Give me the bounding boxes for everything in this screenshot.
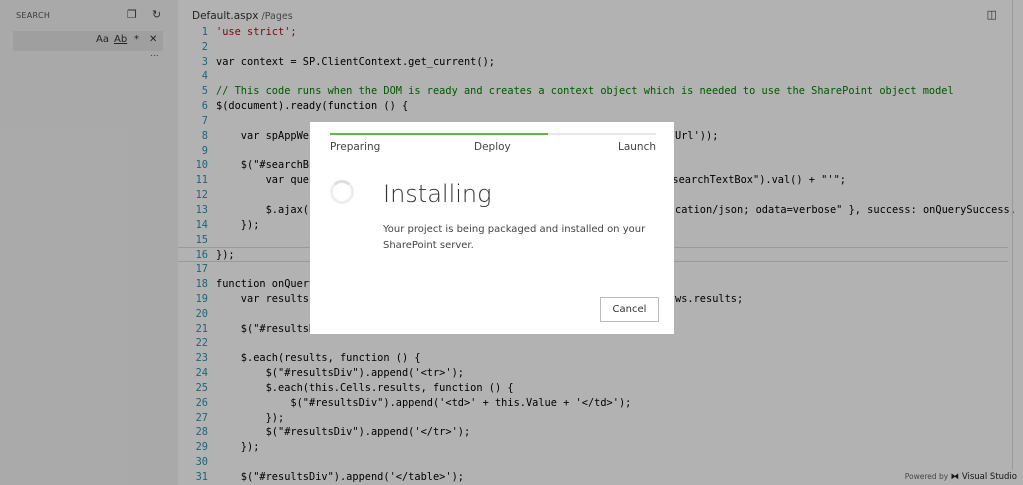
- step-launch: Launch: [617, 141, 656, 153]
- step-deploy: Deploy: [474, 141, 511, 153]
- spinner-icon: [330, 180, 354, 204]
- progress-bar: [330, 133, 656, 135]
- progress-fill: [330, 133, 549, 135]
- cancel-button[interactable]: Cancel: [600, 297, 659, 322]
- step-preparing: Preparing: [330, 141, 381, 153]
- install-dialog: Preparing Deploy Launch Installing Your …: [310, 122, 674, 334]
- dialog-message: Your project is being packaged and insta…: [383, 224, 646, 251]
- dialog-title: Installing: [383, 180, 492, 208]
